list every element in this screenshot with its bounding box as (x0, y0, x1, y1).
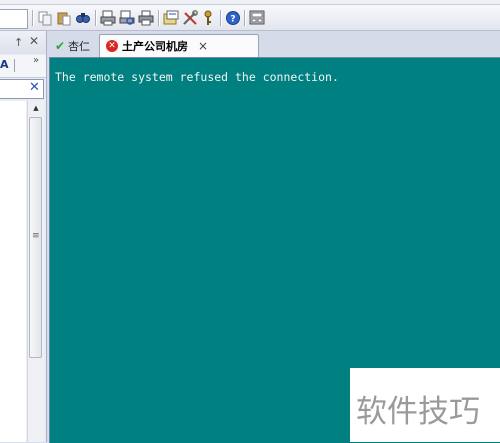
svg-text:?: ? (230, 15, 235, 25)
toolbar-separator (220, 10, 222, 26)
scroll-thumb[interactable]: ≡ (29, 117, 42, 358)
screen-icon[interactable] (248, 9, 266, 27)
close-icon[interactable]: ✕ (29, 34, 39, 48)
overflow-chevron-icon[interactable]: » (33, 55, 39, 66)
tab-close-icon[interactable]: × (198, 39, 208, 53)
toolbar: ? (0, 5, 500, 31)
session-filter-input[interactable]: ✕ (0, 79, 44, 99)
tab-label: 杏仁 (68, 39, 91, 53)
session-properties-icon[interactable] (162, 9, 180, 27)
paste-icon[interactable] (55, 9, 73, 27)
toolbar-separator (32, 10, 34, 26)
grip-icon: ≡ (32, 231, 40, 241)
print-icon[interactable] (137, 9, 155, 27)
vertical-scrollbar[interactable]: ▲ ≡ (27, 101, 44, 442)
connected-check-icon: ✔ (55, 38, 66, 53)
scroll-up-arrow-icon[interactable]: ▲ (28, 101, 44, 115)
panel-titlebar: ↑ ✕ (0, 31, 46, 54)
copy-icon[interactable] (36, 9, 54, 27)
pin-icon[interactable]: ↑ (14, 36, 23, 49)
tab-session-2[interactable]: ✕ 土产公司机房 × (99, 34, 259, 57)
toolbar-separator (244, 10, 246, 26)
tools-icon[interactable] (181, 9, 199, 27)
panel-toolbar: A » (0, 55, 46, 78)
font-icon[interactable]: A (0, 58, 10, 73)
session-list[interactable] (0, 101, 26, 442)
tab-session-1[interactable]: ✔ 杏仁 (49, 34, 97, 57)
watermark-text: 软件技巧 (356, 394, 480, 430)
session-tabbar: ✔ 杏仁 ✕ 土产公司机房 × (47, 31, 500, 57)
tab-label: 土产公司机房 (122, 40, 188, 53)
find-icon[interactable] (74, 9, 92, 27)
disconnected-error-icon: ✕ (106, 40, 118, 52)
session-manager-panel: ↑ ✕ A » ✕ ▲ ≡ (0, 31, 47, 442)
toolbar-separator (158, 10, 160, 26)
terminal-output: The remote system refused the connection… (55, 70, 339, 84)
print-setup-icon[interactable] (99, 9, 117, 27)
help-icon[interactable]: ? (224, 9, 242, 27)
key-icon[interactable] (199, 9, 217, 27)
print-preview-icon[interactable] (118, 9, 136, 27)
watermark-box: 软件技巧 (350, 368, 500, 442)
clear-filter-icon[interactable]: ✕ (29, 80, 40, 95)
toolbar-separator (95, 10, 97, 26)
toolbar-combo-box[interactable] (0, 9, 28, 29)
toolbar-separator (14, 59, 15, 72)
